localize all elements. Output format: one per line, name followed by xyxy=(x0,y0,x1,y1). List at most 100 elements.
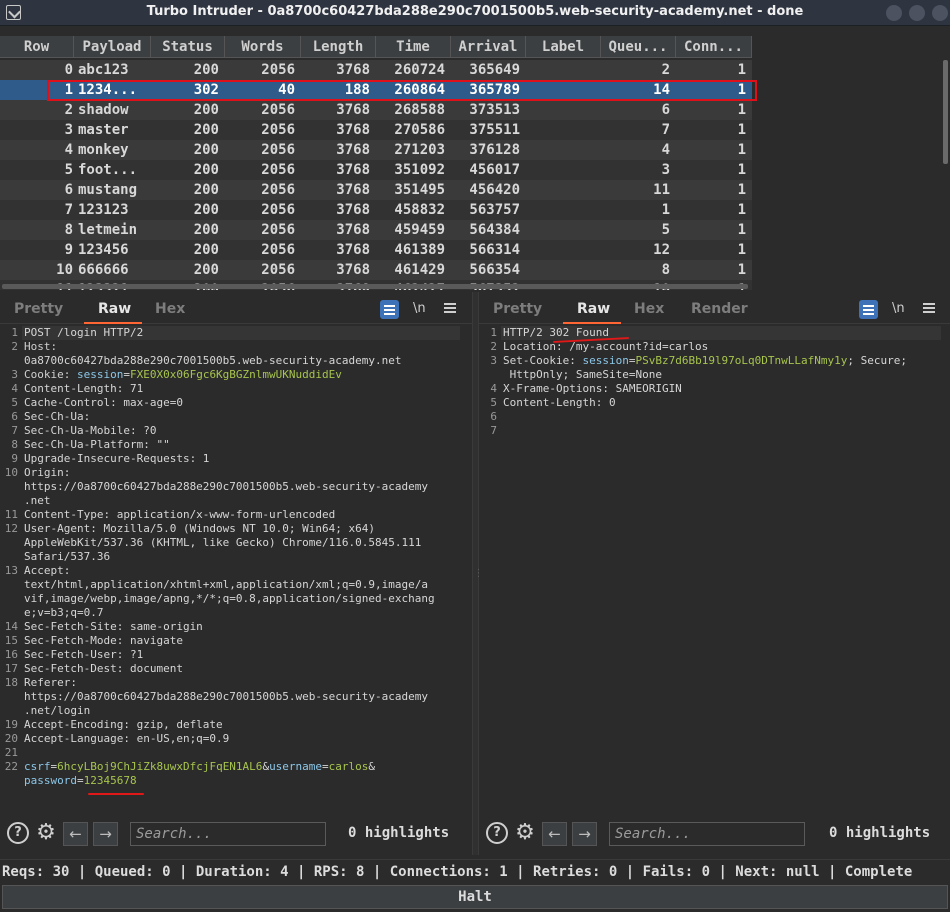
column-header-arrival[interactable]: Arrival xyxy=(451,36,526,58)
cell-words: 2056 xyxy=(261,202,295,218)
code-line: vif,image/webp,image/apng,*/*;q=0.8,appl… xyxy=(24,592,435,606)
cell-status: 200 xyxy=(193,222,219,238)
word-wrap-icon[interactable] xyxy=(859,300,878,319)
column-header-status[interactable]: Status xyxy=(151,36,225,58)
cell-row: 2 xyxy=(64,102,73,118)
newline-toggle-icon[interactable]: \n xyxy=(892,301,905,316)
code-token: password xyxy=(24,774,77,787)
column-header-payload[interactable]: Payload xyxy=(74,36,151,58)
table-row[interactable]: 10 666666 200 2056 3768 461429 566354 8 1 xyxy=(0,260,752,280)
line-number xyxy=(0,354,18,368)
code-token: Sec-Ch-Ua: xyxy=(24,410,91,423)
table-row[interactable]: 4 monkey 200 2056 3768 271203 376128 4 1 xyxy=(0,140,752,160)
table-horizontal-scrollbar[interactable] xyxy=(2,284,748,289)
back-arrow-button[interactable]: ← xyxy=(542,822,567,846)
table-row[interactable]: 5 foot... 200 2056 3768 351092 456017 3 1 xyxy=(0,160,752,180)
response-editor[interactable]: 1 HTTP/2 302 Found 2 Location: /my-account?… xyxy=(479,326,950,806)
code-token: & xyxy=(368,760,376,773)
active-tab-underline xyxy=(563,322,621,324)
column-header-words[interactable]: Words xyxy=(225,36,301,58)
column-header-queue[interactable]: Queu... xyxy=(601,36,676,58)
request-search-input[interactable]: Search... xyxy=(130,822,326,846)
results-table: Row Payload Status Words Length Time Arrival La… xyxy=(0,36,950,290)
code-line: text/html,application/xhtml+xml,applicat… xyxy=(24,578,428,592)
line-number: 1 xyxy=(11,326,18,339)
forward-arrow-button[interactable]: → xyxy=(93,822,118,846)
table-row[interactable]: 1 1234... 302 40 188 260864 365789 14 1 xyxy=(0,80,752,100)
code-line: Accept: xyxy=(24,564,70,578)
cell-conn: 1 xyxy=(737,102,746,118)
table-row[interactable]: 0 abc123 200 2056 3768 260724 365649 2 1 xyxy=(0,60,752,80)
settings-icon[interactable]: ⚙ xyxy=(34,821,58,845)
tab-response-hex[interactable]: Hex xyxy=(634,301,664,317)
column-header-label[interactable]: Label xyxy=(526,36,601,58)
column-header-length[interactable]: Length xyxy=(301,36,376,58)
request-menu-icon[interactable] xyxy=(444,303,456,305)
cell-status: 200 xyxy=(193,142,219,158)
column-header-conn[interactable]: Conn... xyxy=(676,36,752,58)
code-line: Location: /my-account?id=carlos xyxy=(503,340,708,354)
cell-payload: shadow xyxy=(78,102,129,118)
code-token: Set-Cookie: xyxy=(503,354,583,367)
tab-request-hex[interactable]: Hex xyxy=(155,301,185,317)
tab-response-pretty[interactable]: Pretty xyxy=(493,301,542,317)
tab-request-pretty[interactable]: Pretty xyxy=(14,301,63,317)
cell-label xyxy=(530,120,595,140)
tab-request-raw[interactable]: Raw xyxy=(98,301,131,317)
code-token: Location: /my-account?id=carlos xyxy=(503,340,709,353)
newline-toggle-icon[interactable]: \n xyxy=(413,301,426,316)
code-token: Cookie: xyxy=(24,368,77,381)
code-token: Safari/537.36 xyxy=(24,550,111,563)
forward-arrow-button[interactable]: → xyxy=(572,822,597,846)
response-menu-icon[interactable] xyxy=(923,303,935,305)
line-number: 17 xyxy=(4,662,18,675)
line-number: 19 xyxy=(4,718,18,731)
cell-time: 461429 xyxy=(394,262,445,278)
settings-icon[interactable]: ⚙ xyxy=(513,821,537,845)
cell-queue: 14 xyxy=(653,82,670,98)
cell-label xyxy=(530,100,595,120)
cell-time: 260724 xyxy=(394,62,445,78)
tab-response-raw[interactable]: Raw xyxy=(577,301,610,317)
code-line: Origin: xyxy=(24,466,70,480)
code-line: 0a8700c60427bda288e290c7001500b5.web-sec… xyxy=(24,354,402,368)
close-button[interactable] xyxy=(932,5,948,21)
maximize-button[interactable] xyxy=(909,5,925,21)
table-row[interactable]: 2 shadow 200 2056 3768 268588 373513 6 1 xyxy=(0,100,752,120)
cell-label xyxy=(530,60,595,80)
request-editor[interactable]: 1 POST /login HTTP/2 2 Host: 0a8700c60427bda… xyxy=(0,326,472,806)
cell-payload: 666666 xyxy=(78,262,129,278)
back-arrow-button[interactable]: ← xyxy=(63,822,88,846)
tab-response-render[interactable]: Render xyxy=(691,301,748,317)
minimize-button[interactable] xyxy=(886,5,902,21)
code-line: .net/login xyxy=(24,704,90,718)
code-token: POST /login HTTP/2 xyxy=(24,326,144,339)
cell-conn: 1 xyxy=(737,262,746,278)
column-header-row[interactable]: Row xyxy=(0,36,74,58)
line-number xyxy=(0,536,18,550)
line-number xyxy=(0,494,18,508)
cell-payload: 123456 xyxy=(78,242,129,258)
cell-arrival: 564384 xyxy=(469,222,520,238)
table-row[interactable]: 3 master 200 2056 3768 270586 375511 7 1 xyxy=(0,120,752,140)
help-icon[interactable]: ? xyxy=(486,822,508,844)
cell-words: 40 xyxy=(278,82,295,98)
line-number: 16 xyxy=(4,648,18,661)
column-header-time[interactable]: Time xyxy=(376,36,451,58)
cell-conn: 1 xyxy=(737,182,746,198)
table-row[interactable]: 9 123456 200 2056 3768 461389 566314 12 1 xyxy=(0,240,752,260)
table-row[interactable]: 6 mustang 200 2056 3768 351495 456420 11 1 xyxy=(0,180,752,200)
table-row[interactable]: 7 123123 200 2056 3768 458832 563757 1 1 xyxy=(0,200,752,220)
help-icon[interactable]: ? xyxy=(7,822,29,844)
code-line: Sec-Fetch-Dest: document xyxy=(24,662,183,676)
request-pane: Pretty Raw Hex \n 1 POST /login HTTP/2 2 Ho… xyxy=(0,292,472,855)
table-row[interactable]: 8 letmein 200 2056 3768 459459 564384 5 1 xyxy=(0,220,752,240)
halt-button[interactable]: Halt xyxy=(2,885,948,909)
response-search-input[interactable]: Search... xyxy=(609,822,805,846)
code-token: Origin: xyxy=(24,466,71,479)
cell-label xyxy=(530,80,595,100)
window-title: Turbo Intruder - 0a8700c60427bda288e290c… xyxy=(146,4,804,19)
word-wrap-icon[interactable] xyxy=(380,300,399,319)
pane-divider[interactable]: ⋮ xyxy=(472,292,484,855)
table-vertical-scrollbar[interactable] xyxy=(943,60,948,164)
